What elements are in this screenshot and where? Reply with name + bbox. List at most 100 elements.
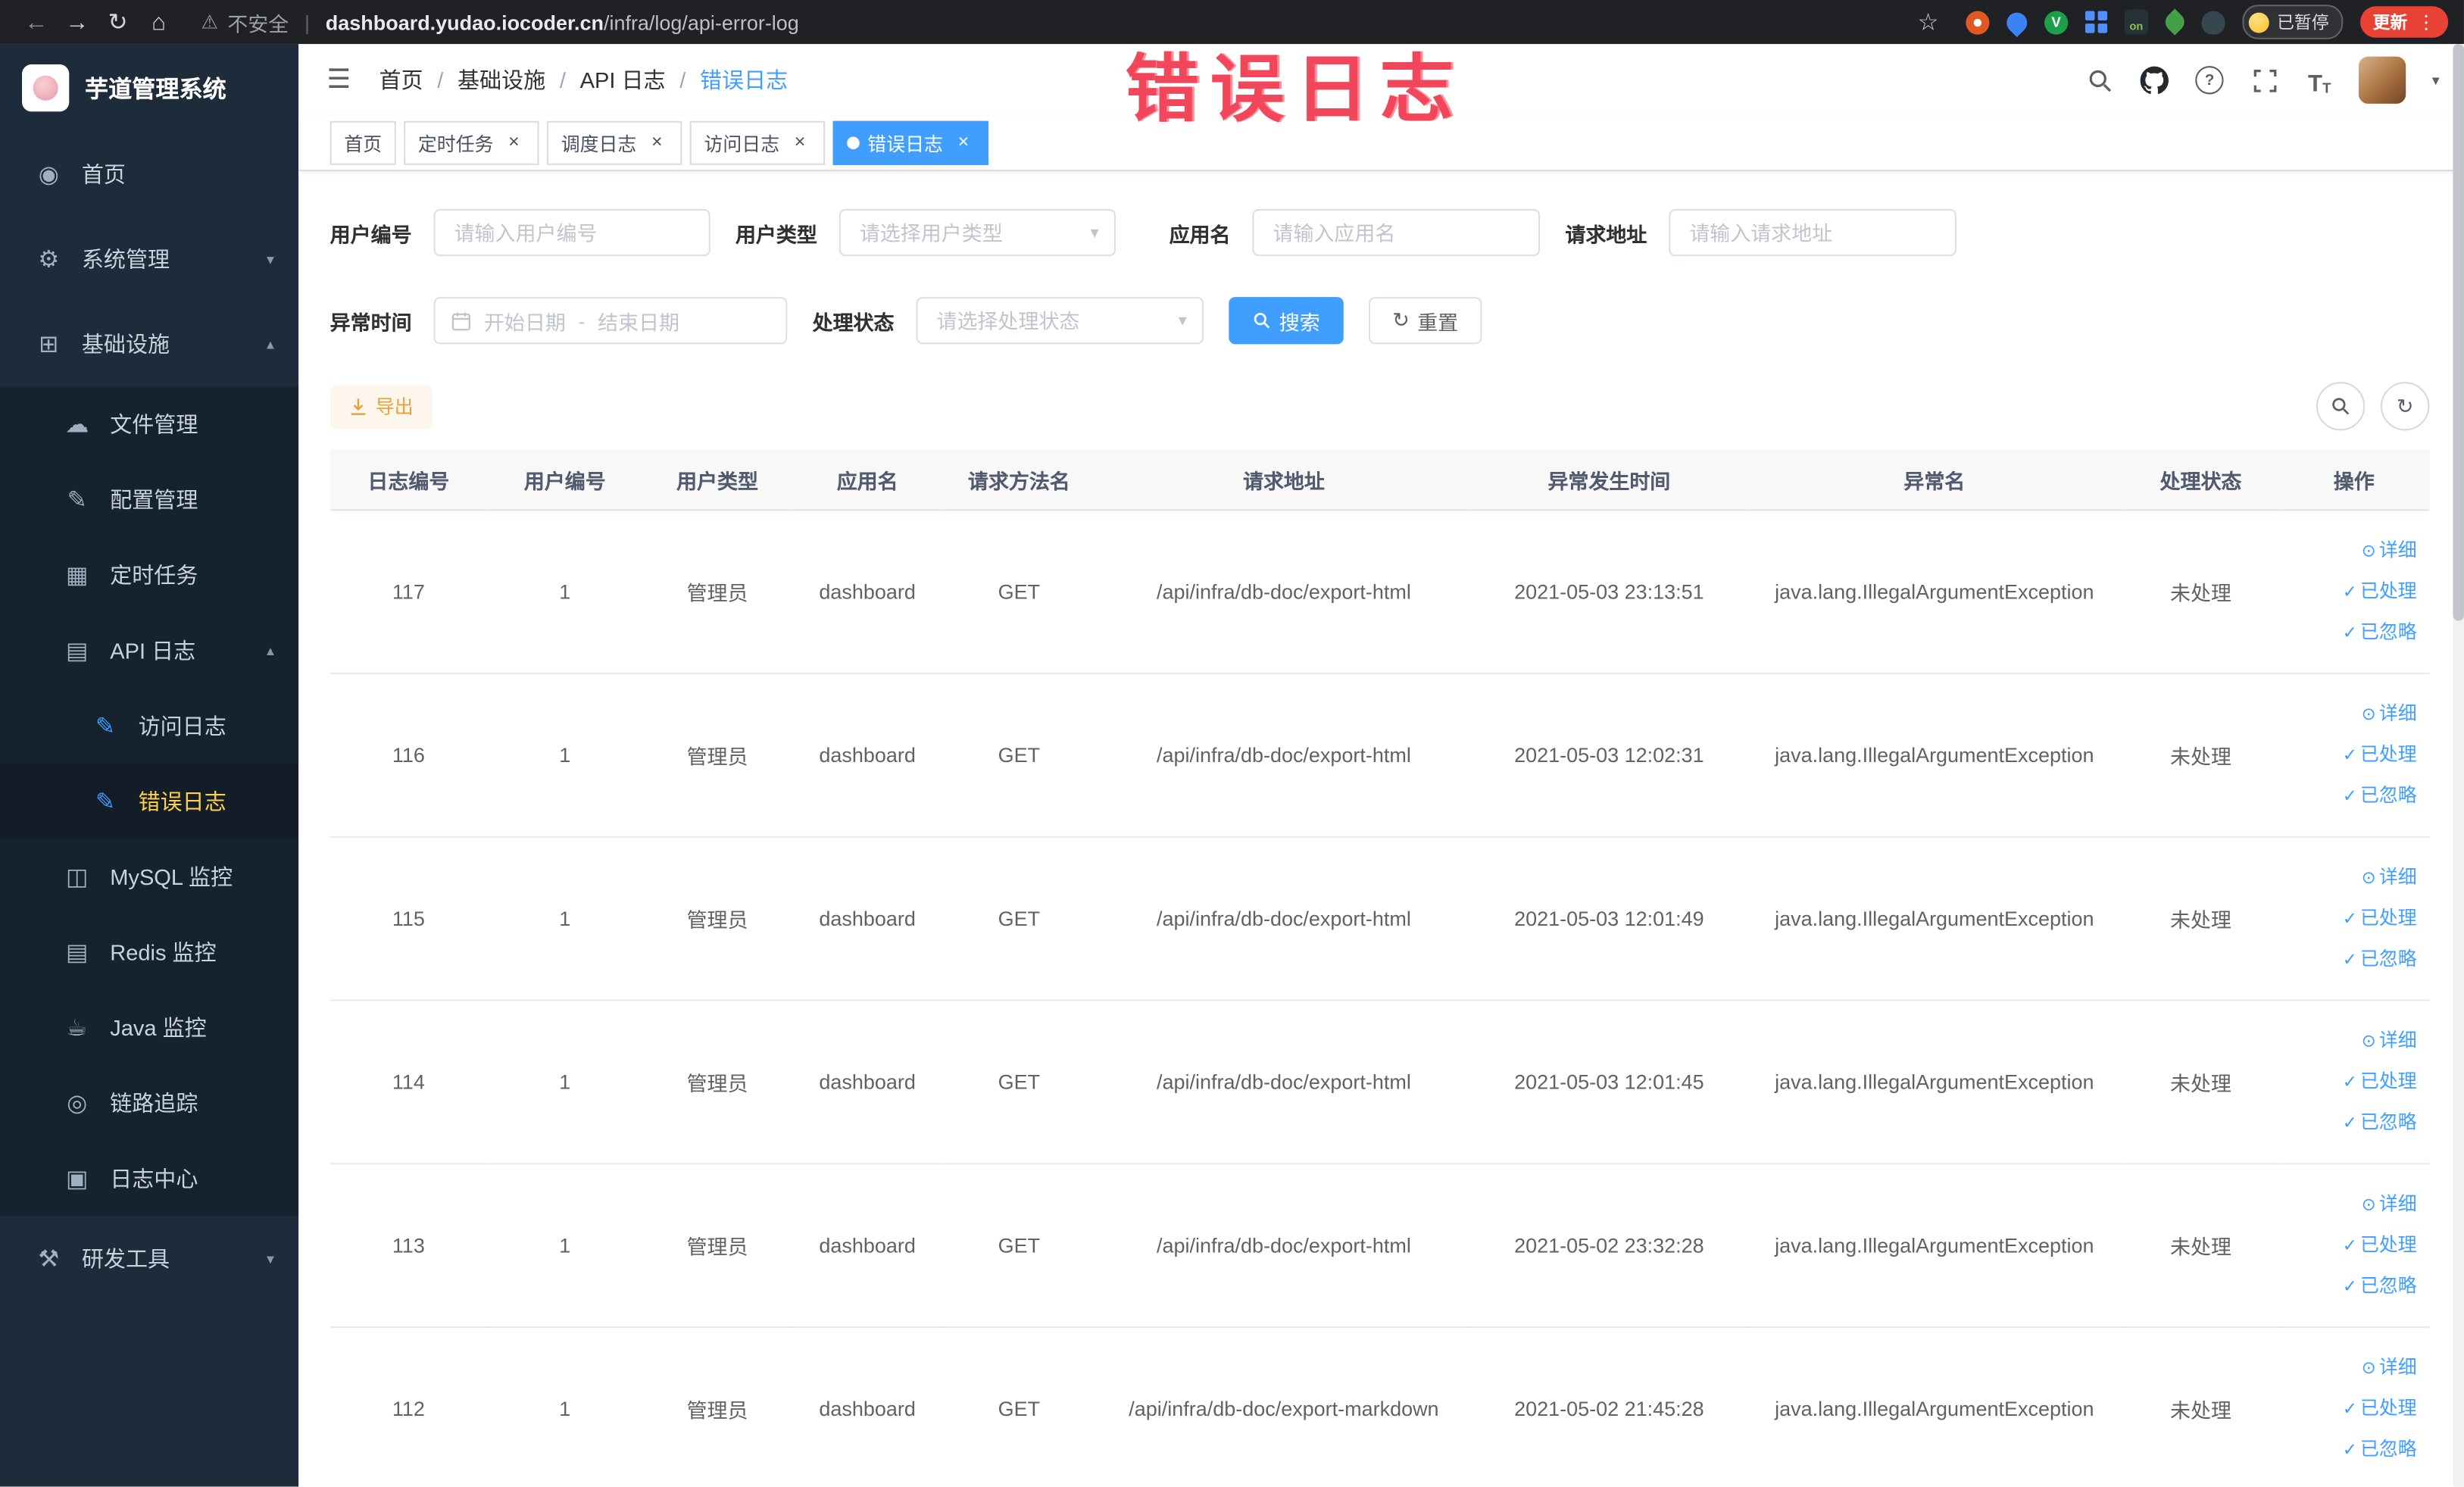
tab-close-icon[interactable]: × bbox=[952, 131, 974, 154]
update-button[interactable]: 更新 ⋮ bbox=[2360, 6, 2449, 38]
request-url-field[interactable] bbox=[1669, 208, 1957, 257]
processed-link[interactable]: ✓ 已处理 bbox=[2280, 1389, 2417, 1429]
sidebar-item-access-log[interactable]: ✎ 访问日志 bbox=[0, 688, 299, 764]
extension-icon[interactable] bbox=[2201, 10, 2225, 34]
tab-close-icon[interactable]: × bbox=[646, 131, 668, 154]
ignored-link[interactable]: ✓ 已忽略 bbox=[2280, 1429, 2417, 1470]
tab-close-icon[interactable]: × bbox=[503, 131, 525, 154]
app-name-input[interactable] bbox=[1252, 208, 1541, 257]
font-size-icon[interactable]: TT bbox=[2304, 64, 2335, 95]
status-select[interactable]: ▼ bbox=[916, 297, 1204, 345]
extension-icon[interactable] bbox=[1966, 10, 1990, 34]
tab-home[interactable]: 首页 bbox=[329, 120, 396, 165]
user-type-input[interactable] bbox=[839, 208, 1116, 257]
date-range-picker[interactable]: 开始日期 - 结束日期 bbox=[433, 297, 788, 345]
scrollbar[interactable] bbox=[2453, 44, 2464, 1487]
sidebar-item-infrastructure[interactable]: ⊞ 基础设施 ▲ bbox=[0, 301, 298, 386]
ignored-link[interactable]: ✓ 已忽略 bbox=[2280, 1102, 2417, 1143]
extension-icon[interactable]: V bbox=[2044, 10, 2069, 34]
detail-link[interactable]: ⊙ 详细 bbox=[2280, 1020, 2417, 1061]
paused-badge[interactable]: 已暂停 bbox=[2242, 5, 2344, 39]
hamburger-icon[interactable]: ☰ bbox=[327, 64, 351, 95]
breadcrumb-current: 错误日志 bbox=[700, 67, 789, 93]
forward-icon[interactable]: → bbox=[57, 8, 98, 35]
cell-status: 未处理 bbox=[2122, 1326, 2279, 1487]
user-id-input[interactable] bbox=[433, 208, 710, 257]
extension-icon[interactable] bbox=[2161, 8, 2188, 36]
breadcrumb-item[interactable]: API 日志 bbox=[580, 64, 666, 95]
reset-button[interactable]: ↻ 重置 bbox=[1369, 297, 1482, 345]
fullscreen-icon[interactable] bbox=[2249, 64, 2280, 95]
sidebar-item-scheduled-tasks[interactable]: ▦ 定时任务 bbox=[0, 537, 299, 614]
breadcrumb-item[interactable]: 首页 bbox=[379, 64, 423, 95]
home-icon[interactable]: ⌂ bbox=[139, 8, 180, 35]
extension-icon[interactable] bbox=[2085, 11, 2108, 33]
detail-link[interactable]: ⊙ 详细 bbox=[2280, 1184, 2417, 1225]
extension-icon[interactable] bbox=[2002, 7, 2031, 37]
column-header: 异常发生时间 bbox=[1472, 449, 1746, 511]
scrollbar-thumb[interactable] bbox=[2453, 44, 2464, 621]
tab-close-icon[interactable]: × bbox=[789, 131, 811, 154]
help-icon[interactable]: ? bbox=[2194, 64, 2225, 95]
toggle-search-button[interactable] bbox=[2316, 382, 2366, 431]
back-icon[interactable]: ← bbox=[16, 8, 57, 35]
site-security[interactable]: ⚠ 不安全 bbox=[201, 7, 289, 36]
check-icon: ✓ bbox=[2342, 1072, 2357, 1092]
export-button[interactable]: 导出 bbox=[329, 384, 433, 429]
extension-icon[interactable]: on bbox=[2124, 9, 2148, 35]
sidebar-item-error-log[interactable]: ✎ 错误日志 bbox=[0, 764, 299, 839]
table-row: 117 1 管理员 dashboard GET /api/infra/db-do… bbox=[329, 510, 2430, 675]
search-button[interactable]: 搜索 bbox=[1229, 297, 1344, 345]
ignored-link[interactable]: ✓ 已忽略 bbox=[2280, 939, 2417, 980]
refresh-icon[interactable]: ↻ bbox=[98, 8, 139, 36]
user-type-select[interactable]: ▼ bbox=[839, 208, 1116, 257]
address-bar[interactable]: dashboard.yudao.iocoder.cn/infra/log/api… bbox=[326, 10, 799, 33]
sidebar-item-config-management[interactable]: ✎ 配置管理 bbox=[0, 461, 299, 538]
sidebar-item-mysql-monitor[interactable]: ◫ MySQL 监控 bbox=[0, 839, 299, 915]
github-icon[interactable] bbox=[2139, 64, 2170, 95]
check-icon: ✓ bbox=[2342, 1276, 2357, 1296]
detail-link[interactable]: ⊙ 详细 bbox=[2280, 694, 2417, 735]
sidebar-item-redis-monitor[interactable]: ▤ Redis 监控 bbox=[0, 914, 299, 990]
search-icon[interactable] bbox=[2084, 64, 2115, 95]
sidebar-item-java-monitor[interactable]: ☕ Java 监控 bbox=[0, 989, 299, 1066]
app-logo[interactable]: 芋道管理系统 bbox=[0, 44, 298, 132]
breadcrumb-item[interactable]: 基础设施 bbox=[458, 64, 545, 95]
detail-link[interactable]: ⊙ 详细 bbox=[2280, 858, 2417, 898]
sidebar-item-home[interactable]: ◉ 首页 bbox=[0, 132, 298, 217]
processed-link[interactable]: ✓ 已处理 bbox=[2280, 1225, 2417, 1266]
sidebar-item-file-management[interactable]: ☁ 文件管理 bbox=[0, 386, 299, 462]
refresh-icon: ↻ bbox=[1392, 308, 1410, 332]
status-input[interactable] bbox=[916, 297, 1204, 345]
sidebar-item-system-management[interactable]: ⚙ 系统管理 ▼ bbox=[0, 217, 298, 301]
cell-exception-time: 2021-05-03 23:13:51 bbox=[1472, 510, 1746, 675]
app-name-field[interactable] bbox=[1252, 208, 1541, 257]
processed-link[interactable]: ✓ 已处理 bbox=[2280, 571, 2417, 612]
tab-scheduled-tasks[interactable]: 定时任务 × bbox=[404, 120, 539, 165]
sidebar-item-dev-tools[interactable]: ⚒ 研发工具 ▼ bbox=[0, 1217, 298, 1301]
detail-link[interactable]: ⊙ 详细 bbox=[2280, 530, 2417, 571]
sidebar-item-api-log[interactable]: ▤ API 日志 ▲ bbox=[0, 613, 299, 689]
sidebar-item-log-center[interactable]: ▣ 日志中心 bbox=[0, 1141, 299, 1217]
processed-link[interactable]: ✓ 已处理 bbox=[2280, 1061, 2417, 1102]
table-body: 117 1 管理员 dashboard GET /api/infra/db-do… bbox=[329, 510, 2430, 1487]
user-id-field[interactable] bbox=[433, 208, 710, 257]
detail-link[interactable]: ⊙ 详细 bbox=[2280, 1348, 2417, 1389]
tab-access-log[interactable]: 访问日志 × bbox=[689, 120, 826, 165]
processed-link[interactable]: ✓ 已处理 bbox=[2280, 898, 2417, 939]
ignored-link[interactable]: ✓ 已忽略 bbox=[2280, 776, 2417, 817]
request-url-input[interactable] bbox=[1669, 208, 1957, 257]
ignored-link[interactable]: ✓ 已忽略 bbox=[2280, 1266, 2417, 1307]
refresh-table-button[interactable]: ↻ bbox=[2381, 382, 2430, 431]
menu-kebab-icon[interactable]: ⋮ bbox=[2417, 11, 2436, 33]
bookmark-star-icon[interactable]: ☆ bbox=[1908, 8, 1949, 36]
sidebar-item-trace[interactable]: ◎ 链路追踪 bbox=[0, 1065, 299, 1142]
avatar[interactable] bbox=[2359, 56, 2406, 104]
security-label: 不安全 bbox=[227, 11, 289, 36]
tab-schedule-log[interactable]: 调度日志 × bbox=[547, 120, 682, 165]
grid-icon: ⊞ bbox=[39, 331, 59, 359]
tab-error-log[interactable]: 错误日志 × bbox=[832, 120, 989, 165]
processed-link[interactable]: ✓ 已处理 bbox=[2280, 735, 2417, 776]
chevron-down-icon[interactable]: ▼ bbox=[2429, 73, 2441, 87]
ignored-link[interactable]: ✓ 已忽略 bbox=[2280, 612, 2417, 653]
